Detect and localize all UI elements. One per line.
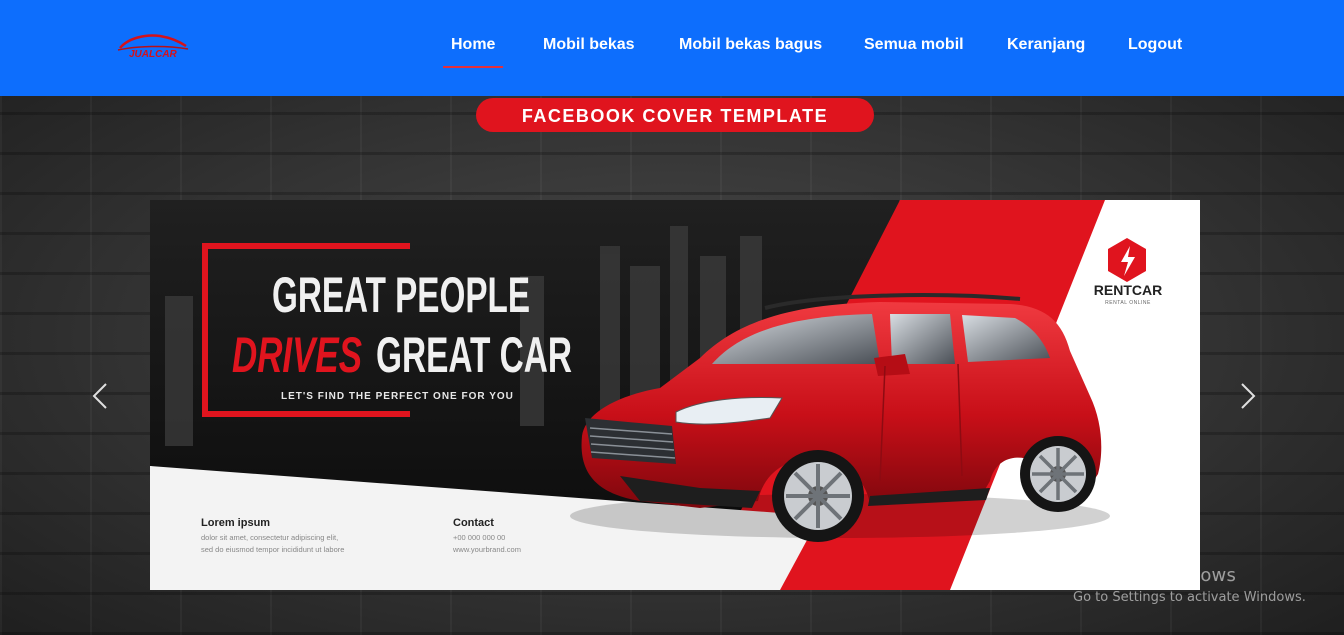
rentcar-brand-name: RENTCAR <box>1094 282 1162 298</box>
info-line1: dolor sit amet, consectetur adipiscing e… <box>201 533 338 542</box>
headline-line1: GREAT PEOPLE <box>272 267 530 323</box>
nav-mobil-bekas-bagus[interactable]: Mobil bekas bagus <box>679 36 822 54</box>
windows-activation-watermark: Activate Windows Go to Settings to activ… <box>1073 565 1306 605</box>
promo-banner: GREAT PEOPLE DRIVES GREAT CAR LET'S FIND… <box>150 200 1200 590</box>
rentcar-brand-sub: RENTAL ONLINE <box>1105 300 1151 306</box>
nav-logout[interactable]: Logout <box>1128 36 1182 54</box>
nav-keranjang[interactable]: Keranjang <box>1007 36 1085 54</box>
watermark-subtitle: Go to Settings to activate Windows. <box>1073 590 1306 605</box>
nav-semua-mobil[interactable]: Semua mobil <box>864 36 964 54</box>
chevron-left-icon <box>92 383 107 409</box>
carousel-prev-button[interactable] <box>80 366 120 426</box>
headline-highlight: DRIVES <box>232 327 362 383</box>
info-title: Lorem ipsum <box>201 517 270 529</box>
rear-wheel-icon <box>1020 436 1096 512</box>
nav-menu: Home Mobil bekas Mobil bekas bagus Semua… <box>0 0 1344 96</box>
headline-line2: GREAT CAR <box>376 327 572 383</box>
template-badge: FACEBOOK COVER TEMPLATE <box>476 98 874 132</box>
carousel-next-button[interactable] <box>1228 366 1268 426</box>
contact-title: Contact <box>453 517 494 529</box>
top-navbar: JUALCAR Home Mobil bekas Mobil bekas bag… <box>0 0 1344 96</box>
watermark-title: Activate Windows <box>1073 565 1237 586</box>
info-line2: sed do eiusmod tempor incididunt ut labo… <box>201 545 344 554</box>
hero-carousel: FACEBOOK COVER TEMPLATE GREAT PEOPLE DRI… <box>0 96 1344 635</box>
chevron-right-icon <box>1241 383 1256 409</box>
template-badge-text: FACEBOOK COVER TEMPLATE <box>522 106 828 126</box>
carousel-slide-image: FACEBOOK COVER TEMPLATE GREAT PEOPLE DRI… <box>150 98 1200 590</box>
nav-home[interactable]: Home <box>442 36 504 68</box>
front-wheel-icon <box>772 450 864 542</box>
contact-web: www.yourbrand.com <box>452 545 521 554</box>
nav-mobil-bekas[interactable]: Mobil bekas <box>543 36 635 54</box>
contact-phone: +00 000 000 00 <box>453 533 505 542</box>
headline-tagline: LET'S FIND THE PERFECT ONE FOR YOU <box>281 391 514 402</box>
